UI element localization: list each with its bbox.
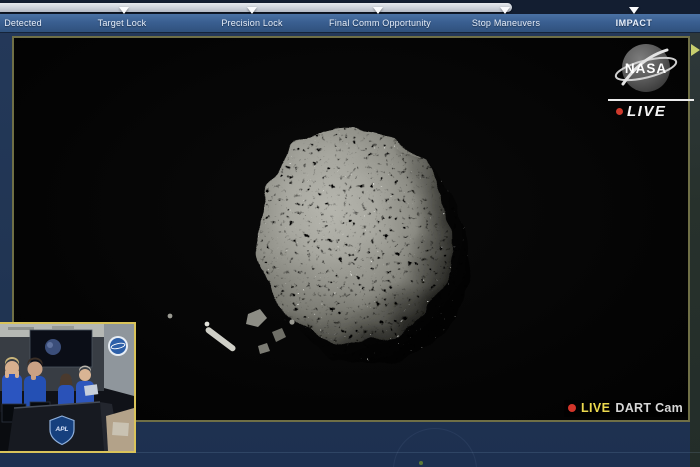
- nasa-logo-block: NASA: [606, 40, 686, 103]
- debris-fragments: [168, 309, 295, 354]
- network-live-badge: LIVE: [616, 103, 666, 120]
- nasa-insignia-icon: NASA: [611, 40, 681, 98]
- asteroid-view: [130, 66, 580, 386]
- milestone-label-final-comm: Final Comm Opportunity: [329, 14, 431, 33]
- milestone-marker-icon: [119, 7, 129, 14]
- milestone-marker-icon: [500, 7, 510, 14]
- milestone-marker-icon: [373, 7, 383, 14]
- apl-logo-label: APL: [55, 426, 69, 433]
- background-watermark-circle: [393, 428, 477, 467]
- milestone-marker-icon: [629, 7, 639, 14]
- camera-overlay: LIVE DART Cam: [564, 400, 687, 417]
- live-badge-label: LIVE: [627, 103, 666, 120]
- broadcast-screen: Detected Target Lock Precision Lock Fina…: [0, 0, 700, 467]
- timeline-track: [0, 0, 700, 14]
- milestone-label-target-lock: Target Lock: [98, 14, 147, 33]
- status-dot: [419, 461, 423, 465]
- timeline-label-strip: Detected Target Lock Precision Lock Fina…: [0, 14, 700, 33]
- pip-control-room-window[interactable]: APL: [0, 322, 136, 453]
- milestone-marker-icon: [247, 7, 257, 14]
- live-divider-line: [608, 99, 694, 101]
- milestone-label-precision-lock: Precision Lock: [221, 14, 282, 33]
- milestone-label-impact: IMPACT: [616, 14, 653, 33]
- camera-live-dot-icon: [568, 404, 576, 412]
- milestone-label-detected: Detected: [4, 14, 42, 33]
- live-indicator-dot-icon: [616, 108, 623, 115]
- laptop-screen: [84, 384, 98, 396]
- nasa-wordmark: NASA: [625, 61, 667, 76]
- asteroid-body: [232, 106, 494, 386]
- milestone-label-stop-maneuvers: Stop Maneuvers: [472, 14, 540, 33]
- side-arrow-icon: [691, 44, 700, 56]
- control-room-scene: APL: [0, 324, 134, 451]
- camera-live-label: LIVE: [581, 401, 610, 415]
- wall-screen: [30, 330, 92, 367]
- camera-name-label: DART Cam: [615, 401, 683, 415]
